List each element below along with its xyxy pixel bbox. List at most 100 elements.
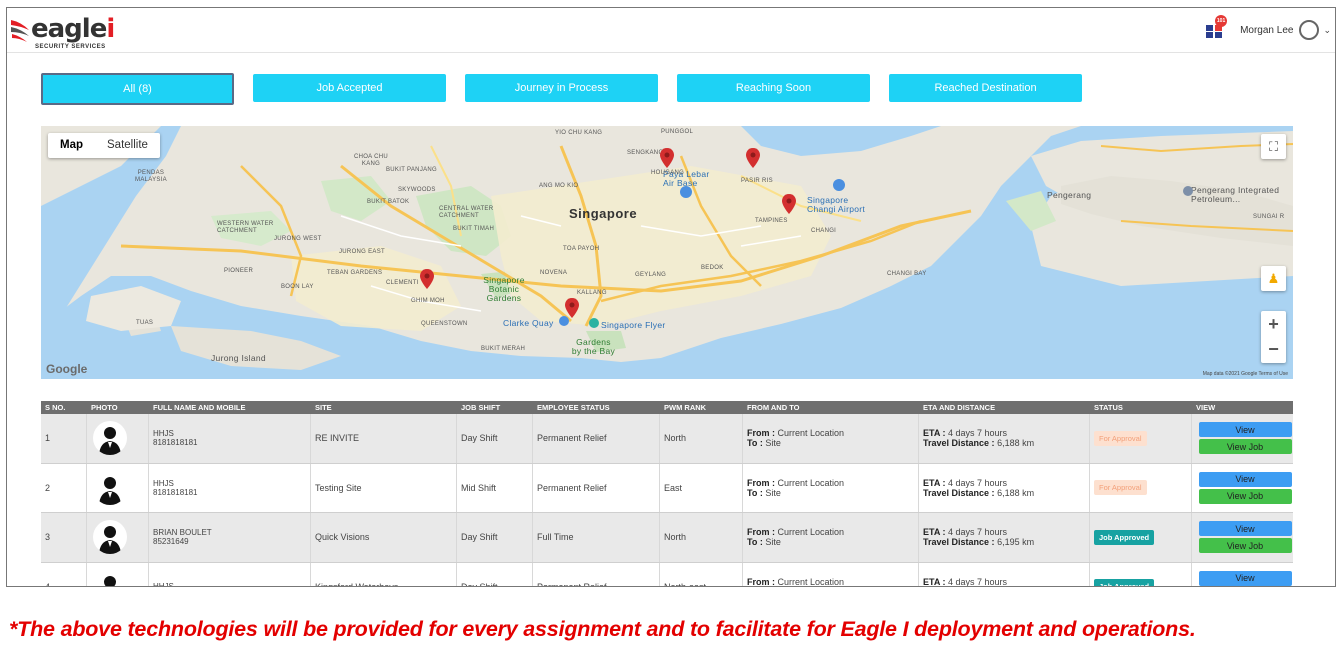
- eta-value: 4 days 7 hours: [948, 477, 1008, 488]
- place-icon[interactable]: [589, 318, 599, 328]
- view-job-button[interactable]: View Job: [1198, 439, 1292, 455]
- cell-rank: North: [660, 414, 743, 463]
- map-label-pendas: PENDAS MALAYSIA: [135, 170, 167, 183]
- cell-photo: [87, 414, 149, 463]
- eagle-wing-icon: [11, 20, 29, 42]
- cell-view: View View Job: [1192, 414, 1293, 463]
- map-label-tampines: TAMPINES: [755, 218, 788, 224]
- view-job-button[interactable]: View Job: [1198, 538, 1292, 554]
- chevron-down-icon[interactable]: ⌄: [1323, 25, 1331, 36]
- cell-view: View View Job: [1192, 464, 1293, 513]
- apps-grid-icon[interactable]: 101: [1206, 15, 1228, 38]
- tab-job-accepted[interactable]: Job Accepted: [253, 74, 446, 102]
- map-label-sungai: SUNGAI R: [1253, 214, 1285, 220]
- zoom-out-icon[interactable]: −: [1261, 337, 1286, 363]
- person-avatar-icon: [93, 520, 127, 555]
- eta-label: ETA :: [923, 428, 946, 439]
- distance-value: 6,195 km: [997, 537, 1035, 548]
- place-icon[interactable]: [1183, 186, 1193, 196]
- cell-sno: 3: [41, 513, 87, 562]
- view-button[interactable]: View: [1198, 422, 1292, 438]
- map-label-bukit-panjang: BUKIT PANJANG: [386, 167, 438, 173]
- user-name[interactable]: Morgan Lee: [1240, 25, 1293, 36]
- map-label-hougang: HOUGANG: [651, 170, 685, 176]
- eta-label: ETA :: [923, 477, 946, 488]
- map-label-bukit-merah: BUKIT MERAH: [481, 346, 526, 352]
- view-job-button[interactable]: View Job: [1198, 488, 1292, 504]
- eagle-i-logo[interactable]: eaglei SECURITY SERVICES: [9, 13, 119, 51]
- map-label-pengerang: Pengerang: [1047, 190, 1092, 200]
- shift-value: Day Shift: [461, 581, 498, 587]
- tab-all[interactable]: All (8): [41, 73, 234, 105]
- view-button[interactable]: View: [1198, 521, 1292, 537]
- site-value: RE INVITE: [315, 433, 360, 444]
- employee-location-pin-icon[interactable]: [782, 194, 796, 214]
- view-button[interactable]: View: [1198, 570, 1292, 586]
- map-label-geylang: GEYLANG: [635, 272, 667, 278]
- cell-shift: Day Shift: [457, 562, 533, 587]
- sno-value: 2: [45, 482, 51, 493]
- cell-rank: East: [660, 463, 743, 512]
- cell-view: View View Job: [1192, 513, 1293, 562]
- col-name: FULL NAME AND MOBILE: [153, 403, 246, 412]
- location-map[interactable]: Map Satellite ⛶ ♟ + − Singapore Paya Leb…: [41, 126, 1293, 379]
- map-label-pengerang-petroleum: Pengerang Integrated Petroleum...: [1191, 185, 1280, 204]
- employee-table: S NO. PHOTO FULL NAME AND MOBILE SITE JO…: [41, 401, 1293, 587]
- tab-reaching-soon[interactable]: Reaching Soon: [677, 74, 870, 102]
- map-label-queenstown: QUEENSTOWN: [421, 321, 468, 327]
- tab-reached-destination[interactable]: Reached Destination: [889, 74, 1082, 102]
- employee-location-pin-icon[interactable]: [420, 269, 434, 289]
- map-attribution[interactable]: Map data ©2021 Google Terms of Use: [1203, 371, 1288, 377]
- airport-icon[interactable]: [680, 186, 692, 198]
- emp-status-value: Permanent Relief: [537, 433, 607, 444]
- cell-eta: ETA : 4 days 7 hours Travel Distance : 6…: [919, 513, 1090, 562]
- employee-location-pin-icon[interactable]: [660, 148, 674, 168]
- map-type-satellite[interactable]: Satellite: [95, 133, 160, 158]
- col-sno: S NO.: [45, 403, 66, 412]
- map-label-teban-gardens: TEBAN GARDENS: [327, 270, 383, 276]
- employee-mobile: 8181818181: [153, 438, 198, 448]
- user-avatar-icon[interactable]: [1299, 20, 1320, 40]
- employee-mobile: 85231649: [153, 537, 189, 547]
- map-label-bedok: BEDOK: [701, 265, 724, 271]
- map-label-ang-mo-kio: ANG MO KIO: [539, 183, 579, 189]
- site-value: Kingsford Waterbays: [315, 581, 399, 587]
- map-label-tuas: TUAS: [136, 320, 154, 326]
- cell-from-to: From : Current Location To : Site: [743, 513, 919, 562]
- map-label-jurong-west: JURONG WEST: [274, 236, 322, 242]
- map-label-choa-chu-kang: CHOA CHU KANG: [353, 154, 389, 167]
- cell-view: View View Job: [1192, 563, 1293, 587]
- sno-value: 4: [45, 581, 51, 587]
- employee-location-pin-icon[interactable]: [565, 298, 579, 318]
- employee-location-pin-icon[interactable]: [746, 148, 760, 168]
- map-label-bukit-batok: BUKIT BATOK: [367, 199, 410, 205]
- employee-name: HHJS: [153, 429, 174, 439]
- cell-sno: 1: [41, 414, 87, 463]
- distance-value: 6,188 km: [997, 487, 1035, 498]
- zoom-in-icon[interactable]: +: [1261, 311, 1286, 337]
- google-logo: Google: [46, 362, 88, 376]
- map-label-western-catchment: WESTERN WATER CATCHMENT: [217, 221, 274, 234]
- distance-label: Travel Distance :: [923, 537, 995, 548]
- from-label: From :: [747, 576, 775, 587]
- tab-journey-in-process[interactable]: Journey in Process: [465, 74, 658, 102]
- map-type-map[interactable]: Map: [48, 133, 95, 158]
- map-label-skywoods: SKYWOODS: [398, 187, 436, 193]
- cell-shift: Day Shift: [457, 513, 533, 562]
- from-label: From :: [747, 477, 775, 488]
- table-row: 3 BRIAN BOULET 85231649 Quick Visions Day…: [41, 513, 1293, 563]
- map-label-sengkang: SENGKANG: [627, 150, 664, 156]
- fullscreen-icon[interactable]: ⛶: [1261, 134, 1286, 159]
- from-value: Current Location: [777, 428, 845, 439]
- map-label-pasir-ris: PASIR RIS: [741, 178, 773, 184]
- view-button[interactable]: View: [1198, 471, 1292, 487]
- street-view-pegman-icon[interactable]: ♟: [1261, 266, 1286, 291]
- airport-icon[interactable]: [833, 179, 845, 191]
- map-label-gardens-by-the-bay: Gardens by the Bay: [571, 337, 616, 356]
- emp-status-value: Permanent Relief: [537, 482, 607, 493]
- employee-name: HHJS: [153, 478, 174, 488]
- zoom-controls: + −: [1261, 311, 1286, 363]
- notification-badge: 101: [1215, 15, 1228, 27]
- cell-status: For Approval: [1090, 414, 1192, 463]
- employee-mobile: 8181818181: [153, 487, 198, 497]
